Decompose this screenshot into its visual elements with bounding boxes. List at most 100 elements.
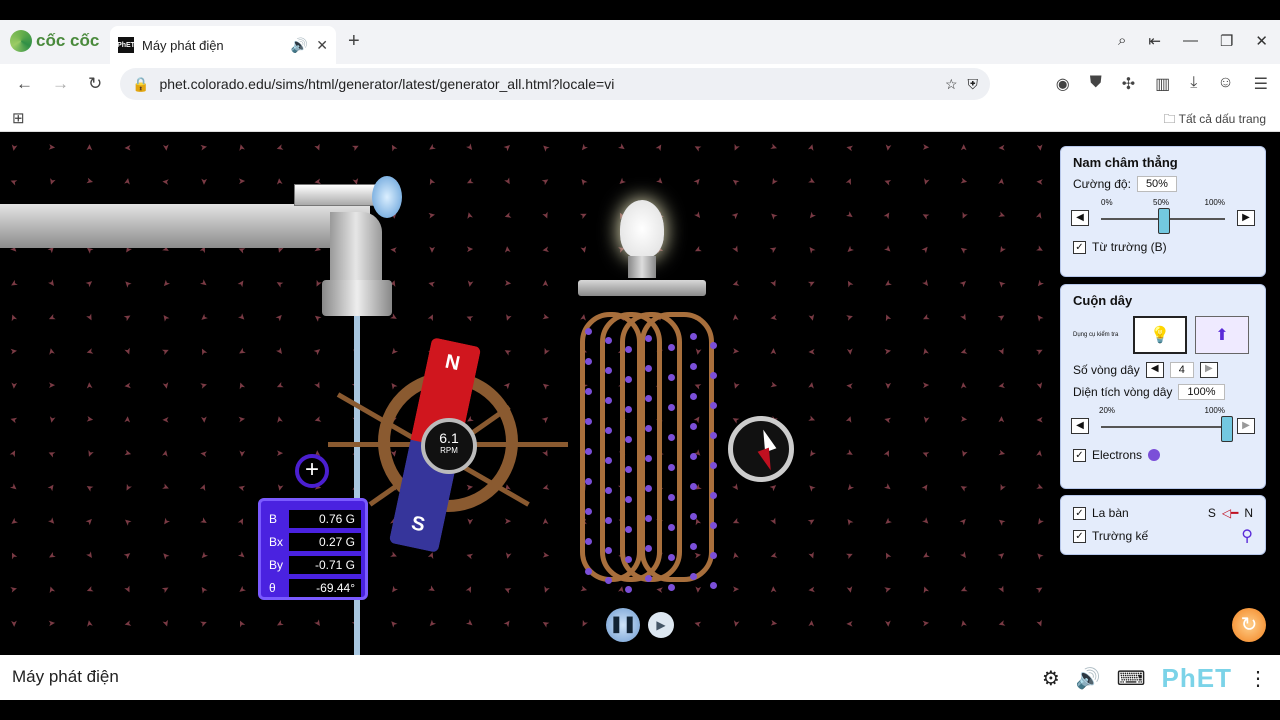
- fieldmeter-checkbox[interactable]: ✓: [1073, 529, 1086, 543]
- profile-icon[interactable]: ☺: [1217, 74, 1233, 94]
- electrons-toggle[interactable]: ✓ Electrons: [1073, 448, 1253, 462]
- url-text[interactable]: phet.colorado.edu/sims/html/generator/la…: [159, 76, 935, 92]
- electron: [645, 335, 652, 342]
- area-slider[interactable]: 20% 100% ◀ ▶: [1071, 406, 1255, 442]
- electron: [710, 552, 717, 559]
- phet-logo[interactable]: PhET: [1162, 663, 1232, 694]
- colorful-extension-icon[interactable]: ◉: [1056, 74, 1070, 94]
- field-arrow: ➤: [159, 448, 171, 459]
- probe-value: 0.76 G: [289, 509, 361, 528]
- field-arrow: ➤: [160, 143, 172, 152]
- field-arrow: ➤: [920, 176, 933, 187]
- fieldmeter-toggle[interactable]: ✓ Trường kế ⚲: [1073, 526, 1253, 546]
- sound-icon[interactable]: 🔊: [1076, 666, 1101, 691]
- address-bar[interactable]: 🔒 phet.colorado.edu/sims/html/generator/…: [120, 68, 990, 100]
- more-options-icon[interactable]: ⋮: [1248, 666, 1268, 691]
- field-arrow: ➤: [883, 619, 894, 628]
- all-bookmarks[interactable]: 🗀 Tất cả dấu trang: [1163, 110, 1266, 131]
- area-slider-thumb[interactable]: [1221, 416, 1233, 442]
- field-arrow: ➤: [237, 449, 248, 458]
- electron: [585, 448, 592, 455]
- field-arrow: ➤: [996, 618, 1007, 630]
- field-arrow: ➤: [1033, 549, 1046, 563]
- field-arrow: ➤: [805, 276, 818, 290]
- split-view-icon[interactable]: ▥: [1155, 74, 1170, 94]
- new-tab-button[interactable]: +: [348, 30, 360, 53]
- close-window-icon[interactable]: ✕: [1255, 32, 1268, 50]
- reset-all-button[interactable]: ↻: [1232, 608, 1266, 642]
- field-checkbox[interactable]: ✓: [1073, 240, 1086, 254]
- menu-icon[interactable]: ☰: [1254, 74, 1268, 94]
- loops-value: 4: [1169, 362, 1194, 378]
- strength-decrease-button[interactable]: ◀: [1071, 210, 1089, 226]
- electron: [625, 436, 632, 443]
- tick-label: 100%: [1204, 198, 1225, 207]
- loops-increase-button[interactable]: ▶: [1199, 362, 1218, 378]
- shield-icon[interactable]: ⛨: [968, 76, 979, 93]
- field-arrow: ➤: [540, 447, 553, 459]
- voltmeter-indicator-button[interactable]: ⬆: [1195, 316, 1249, 354]
- ublock-icon[interactable]: ⛊: [1090, 74, 1102, 94]
- electrons-checkbox[interactable]: ✓: [1073, 448, 1086, 462]
- field-arrow: ➤: [957, 549, 971, 562]
- rpm-value: 6.1: [439, 430, 459, 446]
- compass-toggle[interactable]: ✓ La bàn S ◁━ N: [1073, 506, 1253, 520]
- strength-slider-thumb[interactable]: [1158, 208, 1170, 234]
- area-increase-button[interactable]: ▶: [1237, 418, 1255, 434]
- search-tabs-icon[interactable]: ⌕: [1118, 32, 1126, 50]
- strength-slider[interactable]: 0% 50% 100% ◀ ▶: [1071, 198, 1255, 234]
- field-meter-readout[interactable]: B 0.76 G Bx 0.27 G By -0.71 G θ -69.44°: [258, 498, 368, 600]
- field-toggle[interactable]: ✓ Từ trường (B): [1073, 240, 1253, 254]
- faucet-knob[interactable]: [372, 176, 402, 218]
- field-meter-probe[interactable]: +: [295, 454, 329, 488]
- electron: [585, 388, 592, 395]
- keyboard-icon[interactable]: ⌨: [1117, 666, 1146, 691]
- field-arrow: ➤: [387, 141, 400, 154]
- step-forward-button[interactable]: ▶: [648, 612, 674, 638]
- puzzle-icon[interactable]: ✣: [1122, 74, 1135, 94]
- strength-increase-button[interactable]: ▶: [1237, 210, 1255, 226]
- star-icon[interactable]: ☆: [945, 76, 958, 93]
- back-history-icon[interactable]: ⇤: [1148, 32, 1161, 50]
- browser-brand[interactable]: cốc cốc: [10, 30, 99, 52]
- electron: [710, 462, 717, 469]
- loops-decrease-button[interactable]: ◀: [1145, 362, 1164, 378]
- field-arrow: ➤: [8, 143, 20, 153]
- area-decrease-button[interactable]: ◀: [1071, 418, 1089, 434]
- field-arrow: ➤: [729, 313, 741, 322]
- compass-needle-south: [757, 447, 777, 473]
- back-icon[interactable]: ←: [16, 74, 33, 94]
- field-arrow: ➤: [997, 447, 1007, 459]
- faucet-valve-slider[interactable]: [294, 184, 384, 206]
- settings-gear-icon[interactable]: ⚙: [1042, 666, 1060, 691]
- reload-icon[interactable]: ↻: [88, 74, 102, 94]
- electron: [625, 526, 632, 533]
- apps-grid-icon[interactable]: ⊞: [12, 109, 25, 127]
- field-arrow: ➤: [502, 583, 514, 597]
- probe-label: θ: [269, 580, 276, 595]
- restore-icon[interactable]: ❐: [1220, 32, 1233, 50]
- field-arrow: ➤: [997, 142, 1006, 154]
- field-arrow: ➤: [958, 210, 971, 222]
- forward-icon[interactable]: →: [52, 74, 69, 94]
- field-arrow: ➤: [160, 344, 172, 358]
- compass[interactable]: [728, 416, 794, 482]
- electron: [668, 344, 675, 351]
- bulb-indicator-button[interactable]: 💡: [1133, 316, 1187, 354]
- minimize-icon[interactable]: —: [1183, 32, 1198, 50]
- water-pipe: [0, 204, 370, 248]
- field-arrow: ➤: [692, 618, 703, 630]
- download-icon[interactable]: ⤓: [1190, 74, 1197, 94]
- close-tab-icon[interactable]: ✕: [316, 37, 328, 54]
- active-tab[interactable]: PhET Máy phát điện 🔊 ✕: [110, 26, 336, 64]
- field-arrow: ➤: [9, 345, 19, 357]
- field-arrow: ➤: [465, 243, 474, 255]
- electron: [625, 496, 632, 503]
- speaker-icon[interactable]: 🔊: [291, 37, 308, 54]
- compass-checkbox[interactable]: ✓: [1073, 506, 1086, 520]
- field-arrow: ➤: [729, 243, 743, 256]
- field-arrow: ➤: [235, 277, 248, 290]
- pause-button[interactable]: ❚❚: [606, 608, 640, 642]
- coil-loop: [640, 312, 714, 582]
- field-arrow: ➤: [1033, 515, 1047, 528]
